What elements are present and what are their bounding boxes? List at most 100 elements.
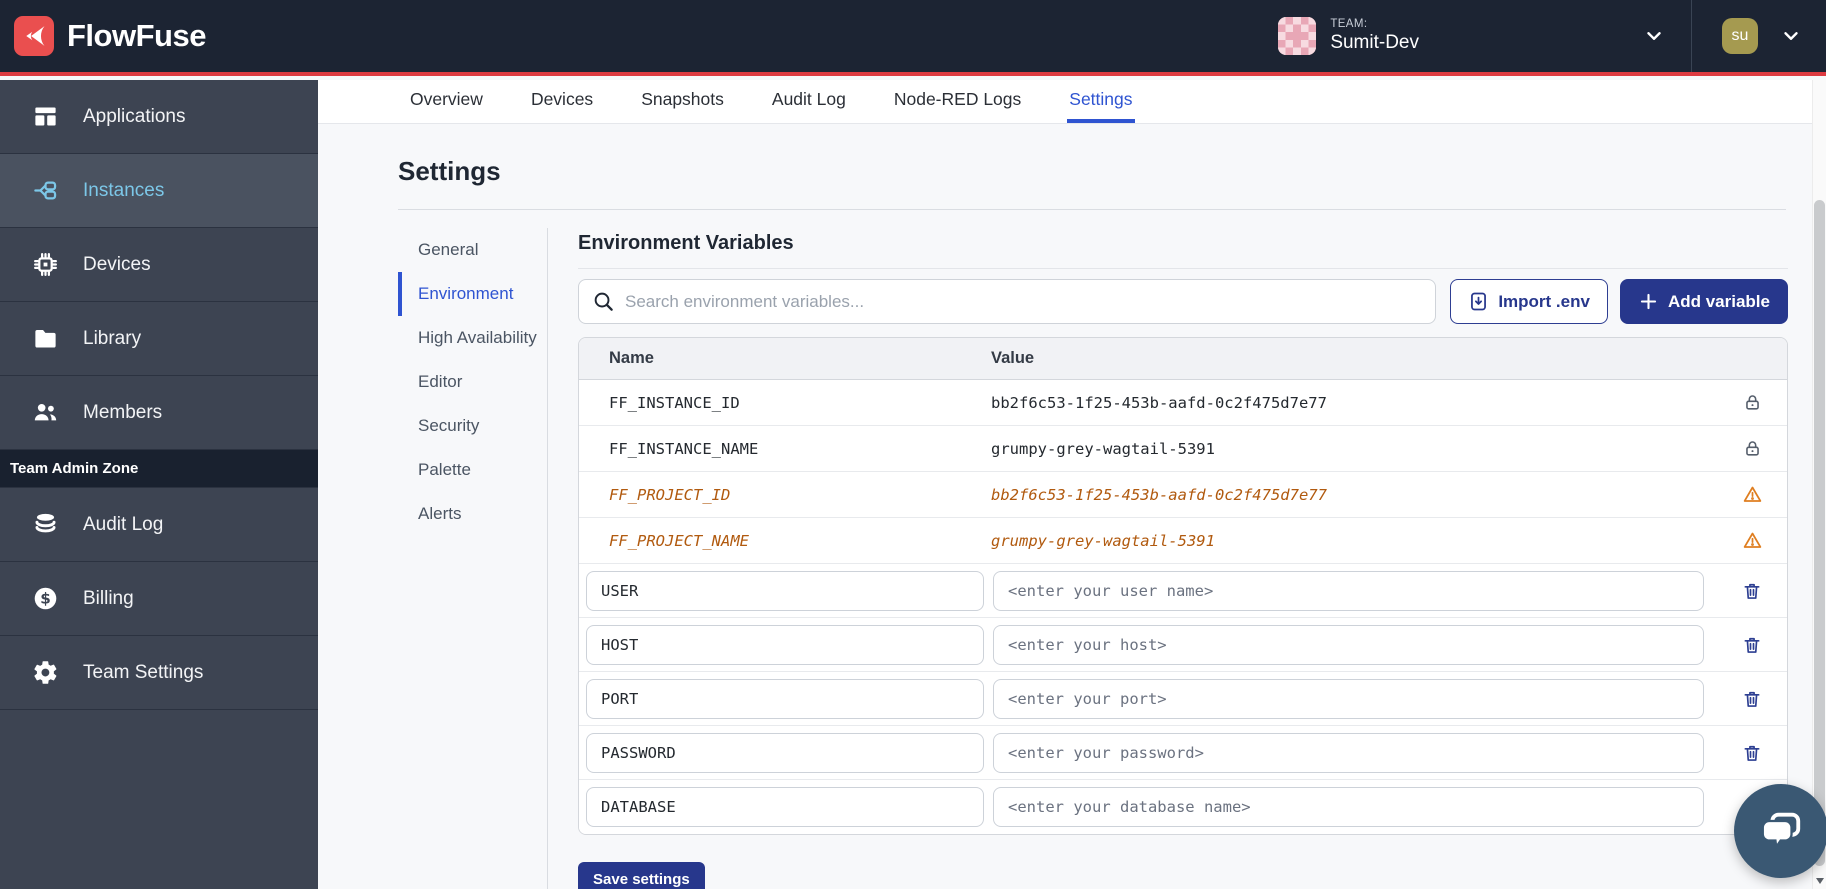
vertical-scrollbar[interactable] bbox=[1812, 80, 1826, 889]
page-title: Settings bbox=[398, 156, 1826, 187]
delete-variable-button[interactable] bbox=[1717, 635, 1787, 655]
brand[interactable]: FlowFuse bbox=[0, 16, 206, 56]
folder-icon bbox=[32, 325, 59, 352]
delete-variable-button[interactable] bbox=[1717, 581, 1787, 601]
tab-audit-log[interactable]: Audit Log bbox=[770, 80, 848, 123]
add-variable-button[interactable]: Add variable bbox=[1620, 279, 1788, 324]
chevron-down-icon bbox=[1643, 25, 1665, 47]
user-menu[interactable]: su bbox=[1692, 0, 1826, 72]
applications-icon bbox=[32, 103, 59, 130]
tab-devices[interactable]: Devices bbox=[529, 80, 595, 123]
table-row: FF_INSTANCE_NAME grumpy-grey-wagtail-539… bbox=[579, 426, 1787, 472]
chat-widget-button[interactable] bbox=[1734, 784, 1826, 878]
env-value-input[interactable] bbox=[993, 733, 1704, 773]
section-divider bbox=[578, 268, 1788, 269]
chevron-down-icon bbox=[1780, 25, 1802, 47]
scrollbar-arrow-icon bbox=[1816, 878, 1824, 884]
subnav-item-general[interactable]: General bbox=[398, 228, 547, 272]
sidebar-item-label: Instances bbox=[83, 180, 164, 202]
env-var-name: FF_INSTANCE_NAME bbox=[579, 440, 991, 458]
lock-icon bbox=[1717, 393, 1787, 412]
sidebar: Applications Instances Devices Libr bbox=[0, 80, 318, 889]
env-value-input[interactable] bbox=[993, 787, 1704, 827]
subnav-item-environment[interactable]: Environment bbox=[398, 272, 547, 316]
column-header-value: Value bbox=[991, 349, 1717, 368]
tab-node-red-logs[interactable]: Node-RED Logs bbox=[892, 80, 1023, 123]
env-name-input[interactable] bbox=[586, 733, 984, 773]
subnav-item-alerts[interactable]: Alerts bbox=[398, 492, 547, 536]
table-row-editable bbox=[579, 618, 1787, 672]
sidebar-item-label: Team Settings bbox=[83, 662, 203, 684]
chip-icon bbox=[32, 251, 59, 278]
table-header: Name Value bbox=[579, 338, 1787, 380]
env-var-value: bb2f6c53-1f25-453b-aafd-0c2f475d7e77 bbox=[991, 394, 1717, 412]
brand-name: FlowFuse bbox=[67, 18, 206, 54]
sidebar-item-audit-log[interactable]: Audit Log bbox=[0, 488, 318, 562]
warning-icon bbox=[1717, 484, 1787, 505]
env-name-input[interactable] bbox=[586, 571, 984, 611]
table-row: FF_PROJECT_ID bb2f6c53-1f25-453b-aafd-0c… bbox=[579, 472, 1787, 518]
subnav-item-high-availability[interactable]: High Availability bbox=[398, 316, 547, 360]
subnav-item-security[interactable]: Security bbox=[398, 404, 547, 448]
team-admin-zone-label: Team Admin Zone bbox=[0, 450, 318, 488]
subnav-item-editor[interactable]: Editor bbox=[398, 360, 547, 404]
env-name-input[interactable] bbox=[586, 625, 984, 665]
svg-text:$: $ bbox=[40, 590, 51, 608]
user-avatar: su bbox=[1722, 18, 1758, 54]
users-icon bbox=[32, 399, 59, 426]
dollar-icon: $ bbox=[32, 585, 59, 612]
table-row-editable bbox=[579, 726, 1787, 780]
section-title: Environment Variables bbox=[578, 232, 1788, 255]
sidebar-item-label: Applications bbox=[83, 106, 185, 128]
sidebar-item-devices[interactable]: Devices bbox=[0, 228, 318, 302]
table-row: FF_INSTANCE_ID bb2f6c53-1f25-453b-aafd-0… bbox=[579, 380, 1787, 426]
import-env-label: Import .env bbox=[1498, 292, 1590, 312]
env-var-value: grumpy-grey-wagtail-5391 bbox=[991, 532, 1717, 550]
database-icon bbox=[32, 511, 59, 538]
sidebar-item-billing[interactable]: $ Billing bbox=[0, 562, 318, 636]
tab-overview[interactable]: Overview bbox=[408, 80, 485, 123]
team-avatar bbox=[1278, 17, 1316, 55]
column-header-name: Name bbox=[579, 349, 991, 368]
env-var-value: grumpy-grey-wagtail-5391 bbox=[991, 440, 1717, 458]
table-row: FF_PROJECT_NAME grumpy-grey-wagtail-5391 bbox=[579, 518, 1787, 564]
sidebar-item-team-settings[interactable]: Team Settings bbox=[0, 636, 318, 710]
env-value-input[interactable] bbox=[993, 679, 1704, 719]
import-file-icon bbox=[1468, 291, 1489, 312]
main-content: Overview Devices Snapshots Audit Log Nod… bbox=[318, 80, 1826, 889]
save-settings-button[interactable]: Save settings bbox=[578, 862, 705, 889]
env-var-value: bb2f6c53-1f25-453b-aafd-0c2f475d7e77 bbox=[991, 486, 1717, 504]
tab-snapshots[interactable]: Snapshots bbox=[639, 80, 726, 123]
delete-variable-button[interactable] bbox=[1717, 743, 1787, 763]
subnav-item-palette[interactable]: Palette bbox=[398, 448, 547, 492]
import-env-button[interactable]: Import .env bbox=[1450, 279, 1608, 324]
sidebar-item-label: Devices bbox=[83, 254, 151, 276]
search-input[interactable] bbox=[578, 279, 1436, 324]
sidebar-item-applications[interactable]: Applications bbox=[0, 80, 318, 154]
team-name: Sumit-Dev bbox=[1330, 32, 1419, 54]
team-selector[interactable]: TEAM: Sumit-Dev bbox=[1260, 0, 1691, 72]
chat-bubble-icon bbox=[1758, 808, 1804, 854]
env-name-input[interactable] bbox=[586, 787, 984, 827]
table-row-editable bbox=[579, 780, 1787, 834]
flowfuse-logo-icon bbox=[14, 16, 54, 56]
tab-settings[interactable]: Settings bbox=[1067, 80, 1134, 123]
team-label: TEAM: bbox=[1330, 18, 1419, 31]
sidebar-item-library[interactable]: Library bbox=[0, 302, 318, 376]
warning-icon bbox=[1717, 530, 1787, 551]
sidebar-item-instances[interactable]: Instances bbox=[0, 154, 318, 228]
sidebar-item-label: Audit Log bbox=[83, 514, 163, 536]
env-value-input[interactable] bbox=[993, 625, 1704, 665]
top-navigation-bar: FlowFuse TEAM: Sumit-Dev bbox=[0, 0, 1826, 76]
sidebar-item-members[interactable]: Members bbox=[0, 376, 318, 450]
delete-variable-button[interactable] bbox=[1717, 689, 1787, 709]
sidebar-item-label: Library bbox=[83, 328, 141, 350]
env-variables-table: Name Value FF_INSTANCE_ID bb2f6c53-1f25-… bbox=[578, 337, 1788, 835]
env-name-input[interactable] bbox=[586, 679, 984, 719]
scrollbar-thumb[interactable] bbox=[1814, 200, 1825, 866]
settings-subnav: General Environment High Availability Ed… bbox=[398, 210, 547, 889]
env-var-name: FF_PROJECT_NAME bbox=[579, 532, 991, 550]
instances-icon bbox=[32, 177, 59, 204]
env-var-name: FF_PROJECT_ID bbox=[579, 486, 991, 504]
env-value-input[interactable] bbox=[993, 571, 1704, 611]
